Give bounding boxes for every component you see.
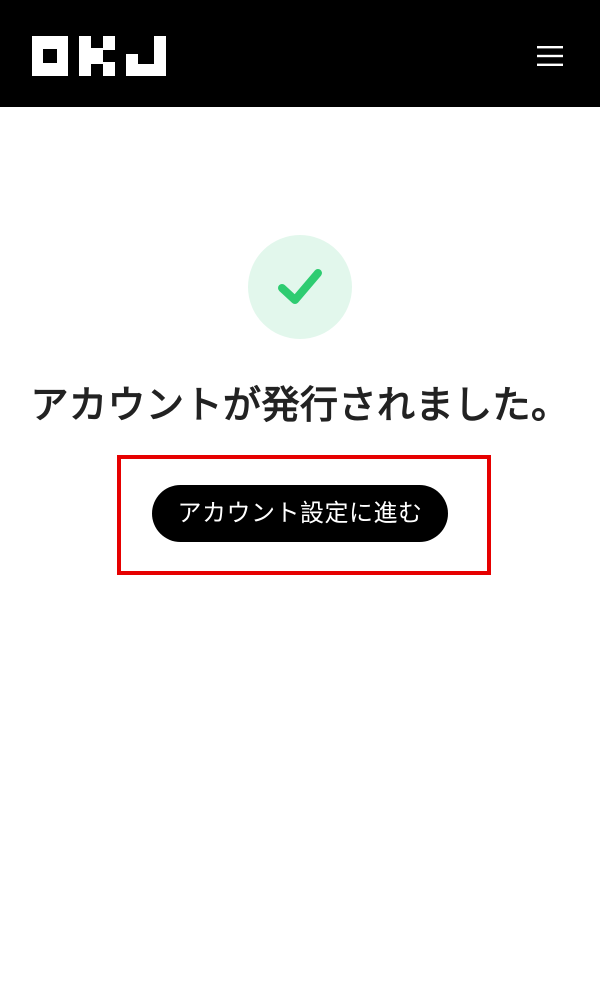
header-bar: [0, 0, 600, 107]
account-settings-button[interactable]: アカウント設定に進む: [152, 485, 448, 542]
success-message: アカウントが発行されました。: [30, 383, 570, 427]
hamburger-menu-icon: [537, 46, 563, 66]
success-indicator: [248, 235, 352, 339]
okj-logo[interactable]: [32, 36, 166, 76]
checkmark-icon: [278, 269, 322, 304]
menu-button[interactable]: [530, 36, 570, 76]
page: アカウントが発行されました。 アカウント設定に進む: [0, 0, 600, 1000]
